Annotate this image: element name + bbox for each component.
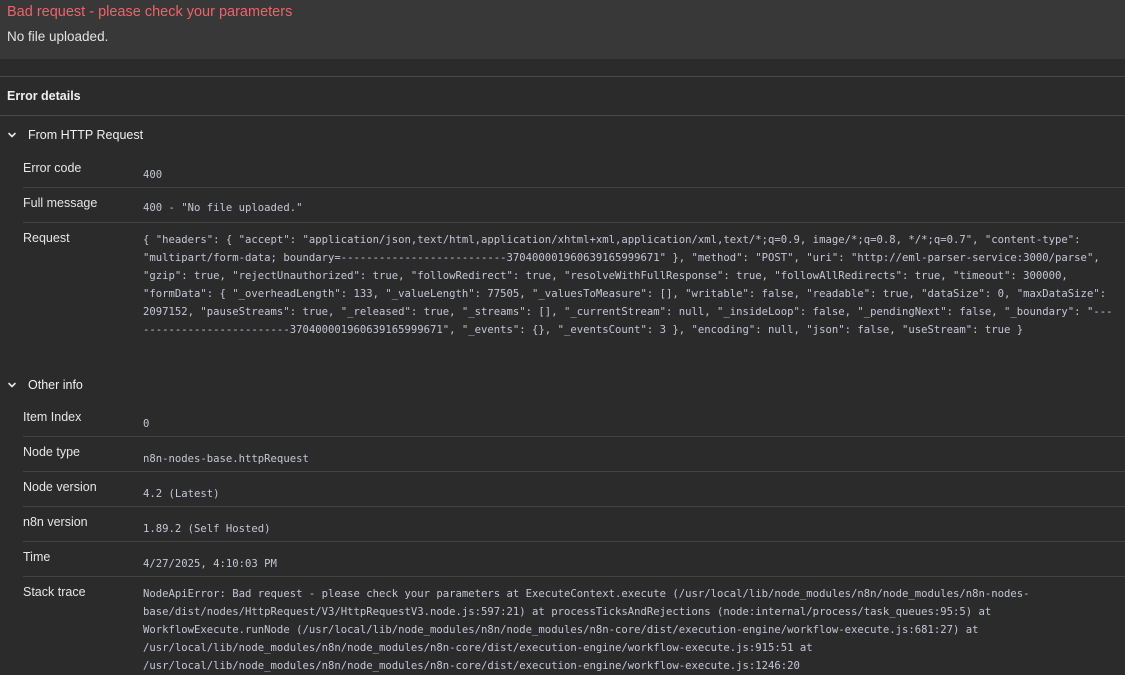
error-header: Bad request - please check your paramete… <box>0 0 1125 59</box>
row-value: 4/27/2025, 4:10:03 PM <box>143 558 277 570</box>
row-label: Stack trace <box>23 585 86 599</box>
row-label: Item Index <box>23 410 82 424</box>
row-label: Time <box>23 550 51 564</box>
detail-row-node-version: Node version 4.2 (Latest) <box>23 472 1125 507</box>
detail-row-stack-trace: Stack trace NodeApiError: Bad request - … <box>23 577 1125 675</box>
row-value: 4.2 (Latest) <box>143 488 220 500</box>
detail-row-error-code: Error code 400 <box>23 153 1125 188</box>
row-label: Full message <box>23 196 98 210</box>
detail-row-request: Request { "headers": { "accept": "applic… <box>23 223 1125 367</box>
row-value: NodeApiError: Bad request - please check… <box>143 588 1030 672</box>
row-value: 400 - "No file uploaded." <box>143 202 303 214</box>
error-title: Bad request - please check your paramete… <box>7 4 293 20</box>
row-label: Error code <box>23 161 82 175</box>
detail-row-n8n-version: n8n version 1.89.2 (Self Hosted) <box>23 507 1125 542</box>
chevron-down-icon <box>7 379 17 389</box>
row-label: Node version <box>23 480 97 494</box>
section-title: From HTTP Request <box>28 127 144 142</box>
row-label: n8n version <box>23 515 88 529</box>
error-details-heading: Error details <box>7 89 81 103</box>
detail-row-time: Time 4/27/2025, 4:10:03 PM <box>23 542 1125 577</box>
row-value: { "headers": { "accept": "application/js… <box>143 234 1113 336</box>
row-label: Node type <box>23 445 80 459</box>
chevron-down-icon <box>7 129 17 139</box>
row-label: Request <box>23 231 70 245</box>
section-title: Other info <box>28 377 83 392</box>
row-value: 0 <box>143 418 150 430</box>
detail-row-item-index: Item Index 0 <box>23 402 1125 437</box>
row-value: 400 <box>143 169 163 181</box>
detail-row-full-message: Full message 400 - "No file uploaded." <box>23 188 1125 223</box>
section-toggle-from-http-request[interactable]: From HTTP Request <box>0 116 1125 153</box>
error-description: No file uploaded. <box>7 29 109 44</box>
section-toggle-other-info[interactable]: Other info <box>0 367 1125 402</box>
row-value: 1.89.2 (Self Hosted) <box>143 523 271 535</box>
detail-row-node-type: Node type n8n-nodes-base.httpRequest <box>23 437 1125 472</box>
row-value: n8n-nodes-base.httpRequest <box>143 453 309 465</box>
